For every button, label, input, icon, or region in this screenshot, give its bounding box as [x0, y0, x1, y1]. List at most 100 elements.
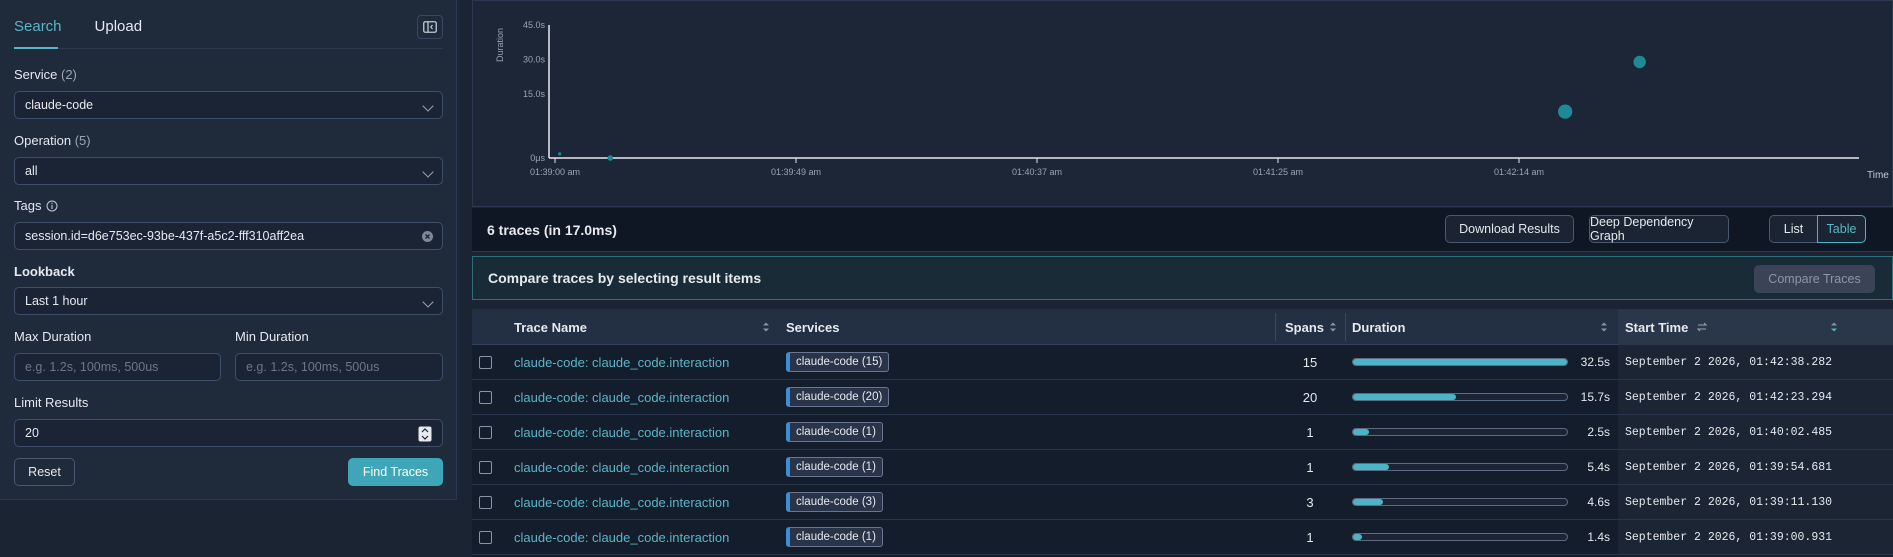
service-label: Service (2)	[14, 67, 77, 82]
collapse-panel-button[interactable]	[417, 15, 443, 39]
tags-value: session.id=d6e753ec-93be-437f-a5c2-fff31…	[25, 229, 305, 243]
duration-bar	[1352, 393, 1568, 401]
row-checkbox[interactable]	[479, 390, 492, 404]
services-cell: claude-code (3)	[786, 485, 883, 519]
row-checkbox[interactable]	[479, 355, 492, 369]
x-tick-label: 01:39:49 am	[771, 167, 821, 177]
reset-button[interactable]: Reset	[14, 458, 75, 486]
limit-results-value: 20	[25, 426, 39, 440]
y-ticks: 45.0s 30.0s 15.0s 0μs	[523, 20, 546, 163]
trace-point[interactable]	[1633, 55, 1646, 69]
header-start-time[interactable]: Start Time	[1625, 309, 1688, 345]
service-select[interactable]: claude-code	[14, 91, 443, 119]
trace-point[interactable]	[558, 152, 562, 156]
span-count: 1	[1306, 459, 1314, 475]
services-cell: claude-code (15)	[786, 345, 890, 379]
table-row[interactable]: claude-code: claude_code.interaction clau…	[472, 345, 1893, 380]
sort-icon[interactable]	[1329, 321, 1337, 333]
row-select-cell	[479, 380, 492, 414]
services-cell: claude-code (1)	[786, 520, 883, 554]
chevron-down-icon	[422, 100, 434, 112]
row-checkbox[interactable]	[479, 460, 492, 474]
deep-dependency-graph-button[interactable]: Deep Dependency Graph	[1589, 215, 1729, 243]
data-points	[558, 55, 1646, 161]
chevron-down-icon	[422, 296, 434, 308]
lookback-value: Last 1 hour	[25, 294, 88, 308]
scatter-plot: Duration Time 45.0s 30.0s 15.0s 0μs 01:39:0…	[495, 20, 1889, 181]
duration-value: 2.5s	[1587, 425, 1610, 439]
table-row[interactable]: claude-code: claude_code.interaction clau…	[472, 380, 1893, 415]
trace-point[interactable]	[1558, 104, 1573, 119]
y-tick-label: 45.0s	[523, 20, 546, 30]
service-tag: claude-code (1)	[786, 457, 883, 477]
sort-icon[interactable]	[762, 321, 770, 333]
table-row[interactable]: claude-code: claude_code.interaction clau…	[472, 450, 1893, 485]
tags-input[interactable]: session.id=d6e753ec-93be-437f-a5c2-fff31…	[14, 222, 443, 250]
trace-name-link[interactable]: claude-code: claude_code.interaction	[514, 530, 729, 545]
service-label-text: Service	[14, 67, 58, 82]
x-tick-label: 01:42:14 am	[1494, 167, 1544, 177]
stepper-icon[interactable]	[418, 426, 432, 442]
start-time-cell: September 2 2026, 01:39:54.681	[1618, 450, 1893, 484]
x-tick-label: 01:40:37 am	[1012, 167, 1062, 177]
download-results-button[interactable]: Download Results	[1445, 215, 1574, 243]
table-row[interactable]: claude-code: claude_code.interaction clau…	[472, 520, 1893, 555]
sort-desc-icon[interactable]	[1830, 321, 1838, 333]
start-time-cell: September 2 2026, 01:42:23.294	[1618, 380, 1893, 414]
max-duration-input[interactable]: e.g. 1.2s, 100ms, 500us	[14, 353, 221, 381]
duration-cell: 5.4s	[1346, 450, 1618, 484]
trace-name-cell: claude-code: claude_code.interaction	[514, 485, 729, 519]
lookback-select[interactable]: Last 1 hour	[14, 287, 443, 315]
duration-bar-fill	[1353, 394, 1456, 400]
operation-select[interactable]: all	[14, 157, 443, 185]
duration-bar-fill	[1353, 499, 1384, 505]
table-row[interactable]: claude-code: claude_code.interaction clau…	[472, 415, 1893, 450]
clear-icon[interactable]	[422, 231, 433, 242]
header-duration[interactable]: Duration	[1352, 309, 1405, 345]
trace-name-link[interactable]: claude-code: claude_code.interaction	[514, 390, 729, 405]
find-traces-button[interactable]: Find Traces	[348, 458, 443, 486]
list-view-button[interactable]: List	[1769, 215, 1818, 243]
services-cell: claude-code (20)	[786, 380, 890, 414]
table-view-button[interactable]: Table	[1817, 215, 1866, 243]
x-tick-label: 01:39:00 am	[530, 167, 580, 177]
operation-label-text: Operation	[14, 133, 72, 148]
operation-count: (5)	[74, 133, 91, 148]
duration-cell: 2.5s	[1346, 415, 1618, 449]
compare-traces-button[interactable]: Compare Traces	[1754, 265, 1875, 293]
trace-name-link[interactable]: claude-code: claude_code.interaction	[514, 425, 729, 440]
service-tag: claude-code (1)	[786, 422, 883, 442]
results-area: Duration Time 45.0s 30.0s 15.0s 0μs 01:39:0…	[472, 0, 1893, 557]
duration-value: 4.6s	[1587, 495, 1610, 509]
tab-upload[interactable]: Upload	[95, 14, 143, 50]
start-time-value: September 2 2026, 01:39:11.130	[1625, 495, 1833, 509]
trace-name-link[interactable]: claude-code: claude_code.interaction	[514, 355, 729, 370]
row-checkbox[interactable]	[479, 530, 492, 544]
tab-search[interactable]: Search	[14, 14, 62, 50]
trace-name-link[interactable]: claude-code: claude_code.interaction	[514, 495, 729, 510]
row-checkbox[interactable]	[479, 425, 492, 439]
limit-results-label: Limit Results	[14, 395, 89, 410]
search-tabs: Search Upload	[14, 14, 142, 50]
y-tick-label: 0μs	[530, 153, 545, 163]
info-icon[interactable]	[46, 200, 58, 212]
trace-point[interactable]	[607, 155, 614, 161]
y-tick-label: 30.0s	[523, 55, 546, 65]
sort-icon[interactable]	[1600, 321, 1608, 333]
service-tag: claude-code (20)	[786, 387, 890, 407]
limit-results-input[interactable]: 20	[14, 419, 443, 447]
table-row[interactable]: claude-code: claude_code.interaction clau…	[472, 485, 1893, 520]
y-tick-label: 15.0s	[523, 89, 546, 99]
swap-icon[interactable]	[1697, 322, 1707, 332]
header-spans[interactable]: Spans	[1285, 309, 1324, 345]
min-duration-input[interactable]: e.g. 1.2s, 100ms, 500us	[235, 353, 443, 381]
tags-label: Tags	[14, 198, 58, 213]
start-time-cell: September 2 2026, 01:42:38.282	[1618, 345, 1893, 379]
header-trace-name[interactable]: Trace Name	[514, 309, 587, 345]
service-tag: claude-code (15)	[786, 352, 890, 372]
span-count: 15	[1302, 354, 1318, 370]
start-time-value: September 2 2026, 01:40:02.485	[1625, 425, 1833, 439]
span-count: 1	[1306, 424, 1314, 440]
row-checkbox[interactable]	[479, 495, 492, 509]
trace-name-link[interactable]: claude-code: claude_code.interaction	[514, 460, 729, 475]
